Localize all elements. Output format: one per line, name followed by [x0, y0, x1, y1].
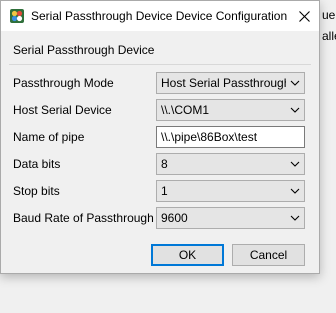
host-serial-device-dropdown[interactable]: \\.\COM1 [156, 99, 305, 121]
dialog-title: Serial Passthrough Device Device Configu… [31, 9, 288, 23]
configuration-dialog: Serial Passthrough Device Device Configu… [0, 0, 320, 274]
chevron-down-icon [290, 215, 300, 221]
data-bits-dropdown[interactable]: 8 [156, 153, 305, 175]
ok-button[interactable]: OK [151, 244, 224, 266]
stop-bits-value: 1 [161, 184, 168, 198]
stop-bits-dropdown[interactable]: 1 [156, 180, 305, 202]
passthrough-mode-label: Passthrough Mode [13, 76, 114, 90]
group-title: Serial Passthrough Device [13, 43, 155, 57]
background-text: alle [322, 29, 336, 43]
chevron-down-icon [290, 80, 300, 86]
baud-rate-label: Baud Rate of Passthrough [13, 211, 154, 225]
dialog-content: Serial Passthrough Device Passthrough Mo… [1, 31, 319, 273]
pipe-name-label: Name of pipe [13, 130, 85, 144]
passthrough-mode-value: Host Serial Passthrough [161, 76, 286, 90]
pipe-name-value: \\.\pipe\86Box\test [161, 130, 258, 144]
title-bar: Serial Passthrough Device Device Configu… [1, 1, 319, 31]
pipe-name-input[interactable]: \\.\pipe\86Box\test [156, 126, 305, 148]
stop-bits-label: Stop bits [13, 184, 60, 198]
group-separator [9, 64, 311, 65]
close-icon [298, 10, 310, 22]
data-bits-value: 8 [161, 157, 168, 171]
host-serial-device-label: Host Serial Device [13, 103, 112, 117]
chevron-down-icon [290, 107, 300, 113]
background-text: ue [322, 8, 336, 22]
baud-rate-value: 9600 [161, 211, 188, 225]
close-button[interactable] [289, 1, 319, 31]
chevron-down-icon [290, 161, 300, 167]
baud-rate-dropdown[interactable]: 9600 [156, 207, 305, 229]
app-icon [10, 9, 24, 23]
data-bits-label: Data bits [13, 157, 61, 171]
cancel-button[interactable]: Cancel [232, 244, 305, 266]
chevron-down-icon [290, 188, 300, 194]
passthrough-mode-dropdown[interactable]: Host Serial Passthrough [156, 72, 305, 94]
host-serial-device-value: \\.\COM1 [161, 103, 210, 117]
